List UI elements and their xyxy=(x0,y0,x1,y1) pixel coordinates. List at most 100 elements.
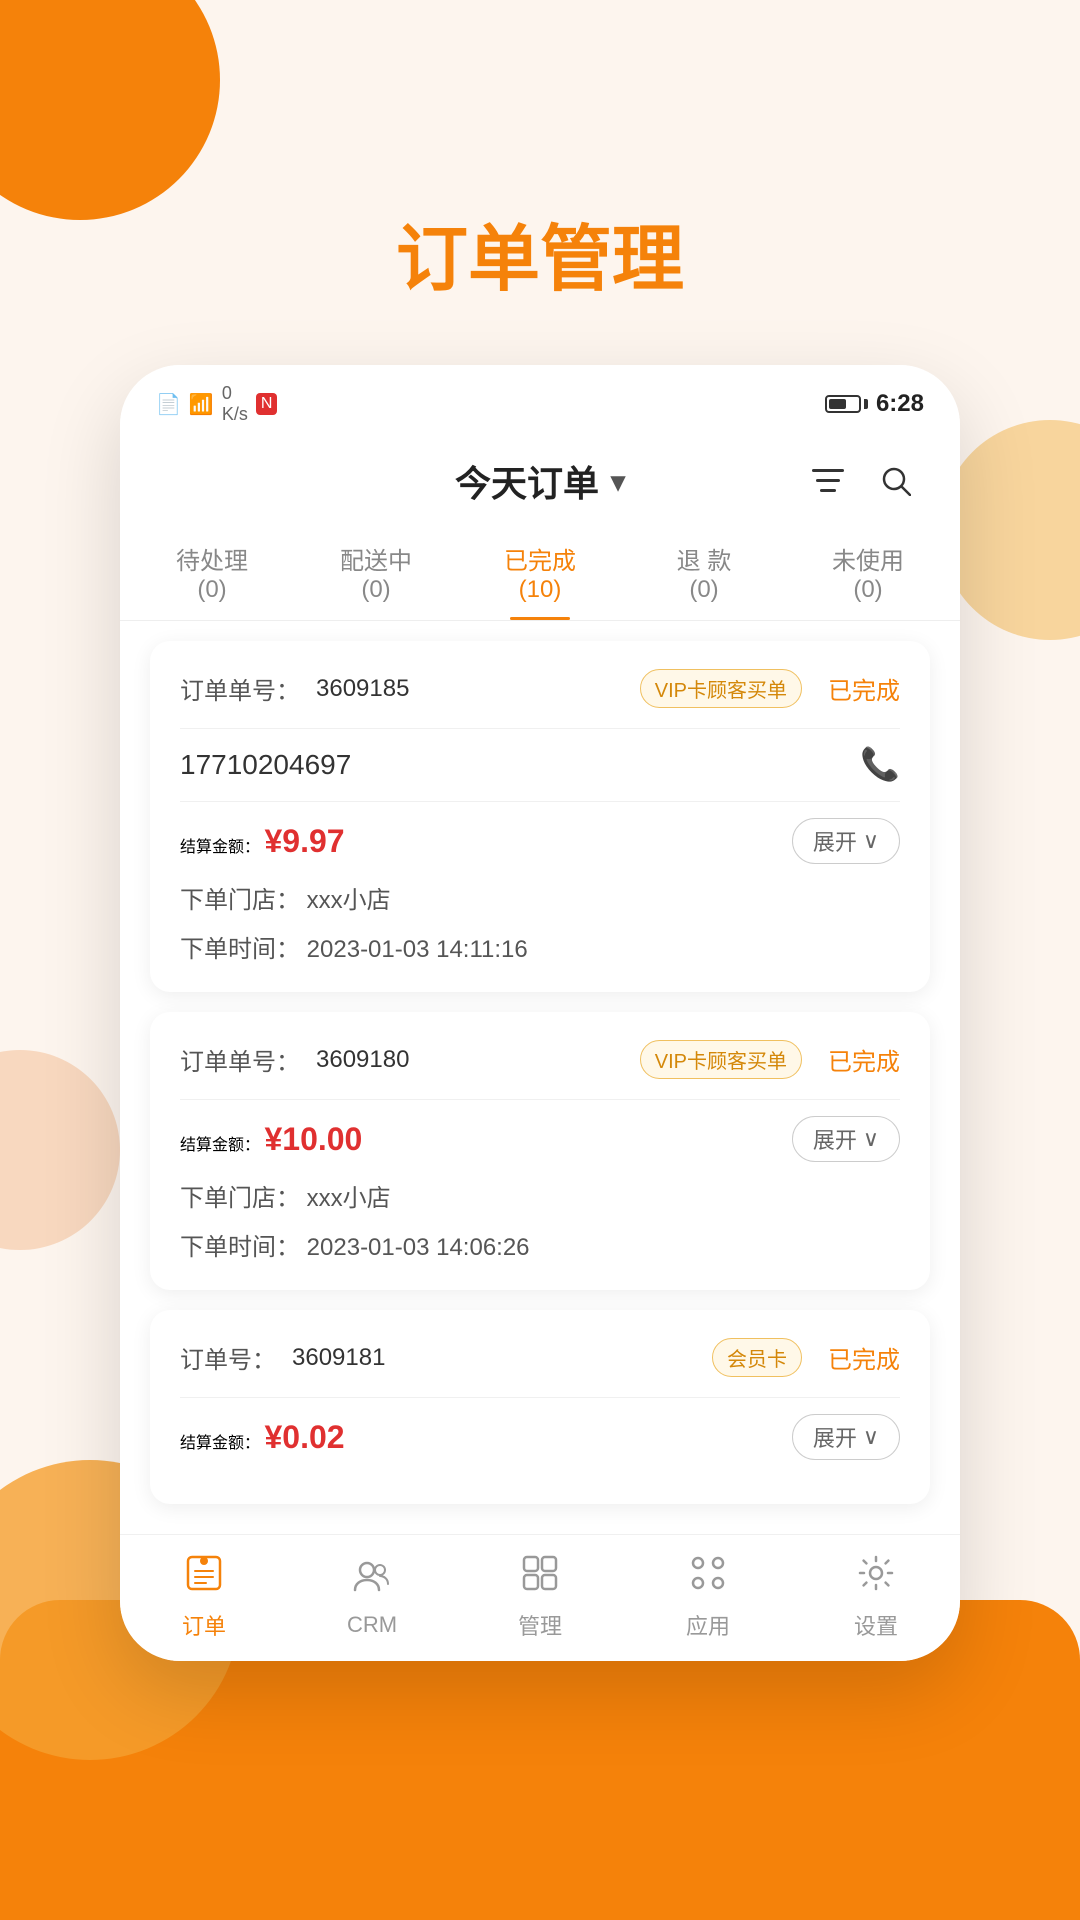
time-label-2: 下单时间： xyxy=(180,1234,300,1261)
speed-indicator: 0K/s xyxy=(222,383,248,425)
tab-bar: 待处理 (0) 配送中 (0) 已完成 (10) 退 款 (0) 未使用 (0) xyxy=(120,527,960,621)
tab-delivering-count: (0) xyxy=(294,576,458,604)
battery-icon xyxy=(825,395,868,413)
amount-label-text-1: 结算金额： xyxy=(180,839,260,856)
tab-delivering[interactable]: 配送中 (0) xyxy=(294,527,458,620)
order-store-row-1: 下单门店： xxx小店 xyxy=(180,880,900,915)
order-header-2: 订单单号： 3609180 VIP卡顾客买单 已完成 xyxy=(180,1040,900,1079)
expand-label-1: 展开 xyxy=(813,825,857,857)
order-number-label-1: 订单单号： xyxy=(180,671,300,706)
nav-item-crm[interactable]: CRM xyxy=(322,1556,422,1638)
store-label-1: 下单门店： xyxy=(180,887,300,914)
bg-decoration-left-mid xyxy=(0,1050,120,1250)
store-label-2: 下单门店： xyxy=(180,1185,300,1212)
search-button[interactable] xyxy=(872,457,920,505)
nfc-icon: N xyxy=(256,393,278,415)
nav-item-settings[interactable]: 设置 xyxy=(826,1553,926,1641)
amount-label-2: 结算金额： ¥10.00 xyxy=(180,1121,362,1158)
order-card-2: 订单单号： 3609180 VIP卡顾客买单 已完成 结算金额： ¥10.00 … xyxy=(150,1012,930,1290)
expand-chevron-icon-3: ∨ xyxy=(863,1424,879,1450)
expand-button-2[interactable]: 展开 ∨ xyxy=(792,1116,900,1162)
tab-pending-count: (0) xyxy=(130,576,294,604)
order-number-label-3: 订单号： xyxy=(180,1340,276,1375)
header-title-area[interactable]: 今天订单 ▾ xyxy=(455,455,625,507)
nav-item-manage[interactable]: 管理 xyxy=(490,1553,590,1641)
time-value-2: 2023-01-03 14:06:26 xyxy=(307,1234,530,1261)
tab-refund-label: 退 款 xyxy=(622,541,786,576)
status-right: 6:28 xyxy=(825,390,924,418)
order-status-3: 已完成 xyxy=(828,1340,900,1375)
manage-nav-icon xyxy=(520,1553,560,1603)
amount-label-1: 结算金额： ¥9.97 xyxy=(180,823,345,860)
apps-nav-icon xyxy=(688,1553,728,1603)
expand-button-3[interactable]: 展开 ∨ xyxy=(792,1414,900,1460)
order-header-1: 订单单号： 3609185 VIP卡顾客买单 已完成 xyxy=(180,669,900,708)
order-number-value-2: 3609180 xyxy=(316,1046,409,1074)
amount-label-text-3: 结算金额： xyxy=(180,1435,260,1452)
status-left-icons: 📄 📶 0K/s N xyxy=(156,383,277,425)
order-time-row-1: 下单时间： 2023-01-03 14:11:16 xyxy=(180,929,900,964)
tab-refund-count: (0) xyxy=(622,576,786,604)
sim-icon: 📄 xyxy=(156,392,181,417)
tab-completed-count: (10) xyxy=(458,576,622,604)
order-tag-1: VIP卡顾客买单 xyxy=(640,669,802,708)
order-amount-row-3: 结算金额： ¥0.02 展开 ∨ xyxy=(180,1414,900,1488)
order-card-3: 订单号： 3609181 会员卡 已完成 结算金额： ¥0.02 展开 ∨ xyxy=(150,1310,930,1504)
bg-decoration-right xyxy=(940,420,1080,640)
order-tag-3: 会员卡 xyxy=(712,1338,802,1377)
divider-2a xyxy=(180,1099,900,1100)
divider-1b xyxy=(180,801,900,802)
amount-value-1: ¥9.97 xyxy=(264,823,344,859)
amount-label-3: 结算金额： ¥0.02 xyxy=(180,1419,345,1456)
order-time-row-2: 下单时间： 2023-01-03 14:06:26 xyxy=(180,1227,900,1262)
amount-label-text-2: 结算金额： xyxy=(180,1137,260,1154)
wifi-icon: 📶 xyxy=(189,392,214,417)
phone-call-icon-1[interactable]: 📞 xyxy=(860,745,900,785)
tab-unused-count: (0) xyxy=(786,576,950,604)
tab-pending[interactable]: 待处理 (0) xyxy=(130,527,294,620)
divider-3a xyxy=(180,1397,900,1398)
order-store-row-2: 下单门店： xxx小店 xyxy=(180,1178,900,1213)
crm-nav-label: CRM xyxy=(347,1612,397,1638)
orders-nav-icon xyxy=(184,1553,224,1603)
nav-item-orders[interactable]: 订单 xyxy=(154,1553,254,1641)
order-list: 订单单号： 3609185 VIP卡顾客买单 已完成 17710204697 📞… xyxy=(120,621,960,1524)
tab-delivering-label: 配送中 xyxy=(294,541,458,576)
filter-button[interactable] xyxy=(804,457,852,505)
expand-chevron-icon-2: ∨ xyxy=(863,1126,879,1152)
time-value-1: 2023-01-03 14:11:16 xyxy=(307,936,528,963)
order-header-3: 订单号： 3609181 会员卡 已完成 xyxy=(180,1338,900,1377)
clock: 6:28 xyxy=(876,390,924,418)
order-number-value-1: 3609185 xyxy=(316,675,409,703)
store-value-2: xxx小店 xyxy=(307,1185,391,1212)
order-card-1: 订单单号： 3609185 VIP卡顾客买单 已完成 17710204697 📞… xyxy=(150,641,930,992)
apps-nav-label: 应用 xyxy=(686,1609,730,1641)
order-number-value-3: 3609181 xyxy=(292,1344,385,1372)
header-title-text: 今天订单 xyxy=(455,455,599,507)
tab-completed[interactable]: 已完成 (10) xyxy=(458,527,622,620)
divider-1a xyxy=(180,728,900,729)
tab-refund[interactable]: 退 款 (0) xyxy=(622,527,786,620)
order-tag-2: VIP卡顾客买单 xyxy=(640,1040,802,1079)
order-amount-row-2: 结算金额： ¥10.00 展开 ∨ xyxy=(180,1116,900,1162)
order-phone-1: 17710204697 xyxy=(180,749,351,781)
store-value-1: xxx小店 xyxy=(307,887,391,914)
amount-value-3: ¥0.02 xyxy=(264,1419,344,1455)
order-amount-row-1: 结算金额： ¥9.97 展开 ∨ xyxy=(180,818,900,864)
dropdown-chevron-icon: ▾ xyxy=(611,465,625,498)
expand-label-3: 展开 xyxy=(813,1421,857,1453)
tab-unused-label: 未使用 xyxy=(786,541,950,576)
settings-nav-icon xyxy=(856,1553,896,1603)
header-actions xyxy=(804,457,920,505)
tab-unused[interactable]: 未使用 (0) xyxy=(786,527,950,620)
amount-value-2: ¥10.00 xyxy=(264,1121,362,1157)
phone-mockup: 📄 📶 0K/s N 6:28 今天订单 ▾ xyxy=(120,365,960,1661)
tab-completed-label: 已完成 xyxy=(458,541,622,576)
expand-label-2: 展开 xyxy=(813,1123,857,1155)
bottom-nav: 订单 CRM 管理 xyxy=(120,1534,960,1661)
page-title: 订单管理 xyxy=(0,0,1080,365)
header: 今天订单 ▾ xyxy=(120,435,960,527)
order-status-1: 已完成 xyxy=(828,671,900,706)
expand-button-1[interactable]: 展开 ∨ xyxy=(792,818,900,864)
nav-item-apps[interactable]: 应用 xyxy=(658,1553,758,1641)
